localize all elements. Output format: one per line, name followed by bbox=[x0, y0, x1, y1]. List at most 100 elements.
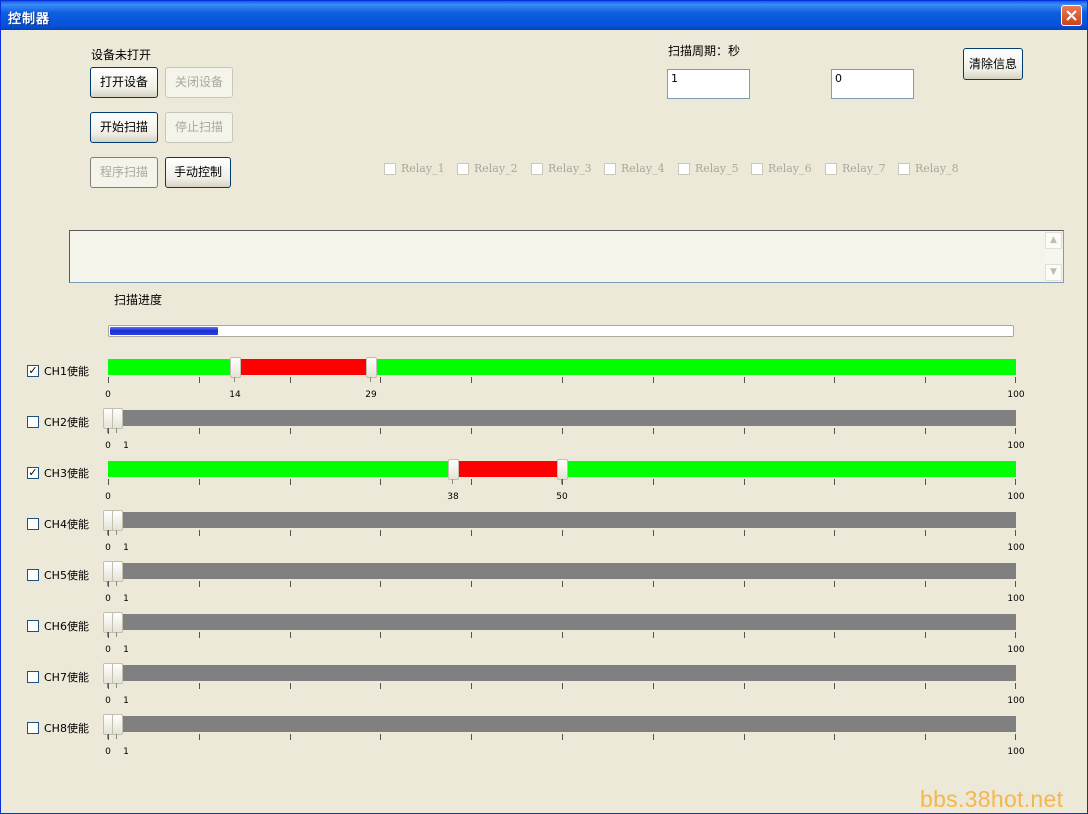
scan-period-input[interactable]: 1 bbox=[667, 69, 750, 99]
range-segment-disabled bbox=[117, 716, 1016, 732]
slider-tick bbox=[653, 479, 654, 485]
channel-range-slider[interactable] bbox=[103, 510, 1016, 535]
relay-label: Relay_8 bbox=[915, 162, 959, 175]
slider-high-label: 1 bbox=[123, 441, 129, 451]
close-device-button[interactable]: 关闭设备 bbox=[165, 67, 233, 98]
channel-range-slider[interactable] bbox=[108, 357, 1016, 382]
message-scrollbar[interactable]: ▲ ▼ bbox=[1045, 232, 1062, 281]
range-segment-disabled bbox=[117, 665, 1016, 681]
slider-tick bbox=[562, 428, 563, 434]
slider-tick bbox=[925, 632, 926, 638]
slider-tick bbox=[199, 734, 200, 740]
slider-thumb-high[interactable] bbox=[366, 357, 377, 382]
slider-thumb-high[interactable] bbox=[112, 714, 123, 739]
relay-checkbox-box[interactable] bbox=[384, 163, 396, 175]
relay-label: Relay_6 bbox=[768, 162, 812, 175]
slider-tick bbox=[653, 377, 654, 383]
channel-enable-checkbox[interactable] bbox=[27, 416, 39, 428]
channel-range-slider[interactable] bbox=[103, 561, 1016, 586]
seconds-input[interactable]: 0 bbox=[831, 69, 914, 99]
slider-tick bbox=[380, 734, 381, 740]
slider-min-label: 0 bbox=[105, 747, 111, 757]
slider-thumb-high[interactable] bbox=[112, 663, 123, 688]
slider-tick bbox=[834, 428, 835, 434]
channel-range-slider[interactable] bbox=[103, 408, 1016, 433]
channel-enable-checkbox[interactable] bbox=[27, 620, 39, 632]
program-scan-button[interactable]: 程序扫描 bbox=[90, 157, 158, 188]
scan-progress-fill bbox=[110, 327, 218, 335]
slider-tick bbox=[380, 530, 381, 536]
slider-thumb-high[interactable] bbox=[112, 561, 123, 586]
stop-scan-button[interactable]: 停止扫描 bbox=[165, 112, 233, 143]
channel-enable-label: CH6使能 bbox=[44, 620, 89, 633]
slider-tick bbox=[562, 683, 563, 689]
slider-thumb-high[interactable] bbox=[557, 459, 568, 484]
relay-checkbox-box[interactable] bbox=[457, 163, 469, 175]
scan-progress-bar bbox=[108, 325, 1014, 337]
device-status: 设备未打开 bbox=[91, 48, 152, 62]
title-bar[interactable]: 控制器 bbox=[1, 1, 1087, 30]
slider-tick bbox=[1015, 683, 1016, 689]
watermark: bbs.38hot.net bbox=[920, 786, 1064, 812]
relay-checkbox-box[interactable] bbox=[825, 163, 837, 175]
range-segment-selected bbox=[235, 359, 371, 375]
manual-control-button[interactable]: 手动控制 bbox=[165, 157, 231, 188]
channel-range-slider[interactable] bbox=[108, 459, 1016, 484]
slider-tick bbox=[925, 377, 926, 383]
slider-min-label: 0 bbox=[105, 645, 111, 655]
slider-thumb-low[interactable] bbox=[448, 459, 459, 484]
slider-thumb-low[interactable] bbox=[230, 357, 241, 382]
slider-tick bbox=[562, 632, 563, 638]
relay-checkbox-box[interactable] bbox=[531, 163, 543, 175]
slider-tick bbox=[1015, 632, 1016, 638]
slider-tick bbox=[653, 734, 654, 740]
relay-checkbox-box[interactable] bbox=[751, 163, 763, 175]
channel-enable-label: CH7使能 bbox=[44, 671, 89, 684]
slider-tick bbox=[744, 530, 745, 536]
close-button[interactable] bbox=[1061, 5, 1082, 26]
slider-tick bbox=[380, 581, 381, 587]
slider-tick bbox=[199, 581, 200, 587]
slider-ticks bbox=[108, 479, 1016, 487]
slider-tick bbox=[925, 581, 926, 587]
slider-thumb-high[interactable] bbox=[112, 612, 123, 637]
channel-enable-checkbox[interactable]: ✓ bbox=[27, 365, 39, 377]
channel-enable-label: CH1使能 bbox=[44, 365, 89, 378]
slider-tick bbox=[290, 632, 291, 638]
channel-enable-checkbox[interactable] bbox=[27, 671, 39, 683]
channel-range-slider[interactable] bbox=[103, 663, 1016, 688]
slider-max-label: 100 bbox=[1007, 543, 1025, 553]
slider-thumb-high[interactable] bbox=[112, 510, 123, 535]
range-segment-disabled bbox=[117, 563, 1016, 579]
start-scan-button[interactable]: 开始扫描 bbox=[90, 112, 158, 143]
slider-tick bbox=[108, 479, 109, 485]
slider-tick bbox=[1015, 530, 1016, 536]
channel-range-slider[interactable] bbox=[103, 714, 1016, 739]
slider-tick bbox=[108, 530, 109, 536]
open-device-button[interactable]: 打开设备 bbox=[90, 67, 158, 98]
slider-tick bbox=[199, 683, 200, 689]
scroll-down-icon[interactable]: ▼ bbox=[1045, 264, 1062, 281]
slider-thumb-high[interactable] bbox=[112, 408, 123, 433]
slider-tick bbox=[925, 683, 926, 689]
slider-tick bbox=[562, 377, 563, 383]
range-segment-disabled bbox=[117, 410, 1016, 426]
slider-ticks bbox=[108, 581, 1016, 589]
relay-checkbox-box[interactable] bbox=[898, 163, 910, 175]
channel-range-slider[interactable] bbox=[103, 612, 1016, 637]
slider-ticks bbox=[108, 683, 1016, 691]
channel-enable-checkbox[interactable]: ✓ bbox=[27, 467, 39, 479]
slider-max-label: 100 bbox=[1007, 492, 1025, 502]
relay-checkbox-box[interactable] bbox=[604, 163, 616, 175]
slider-ticks bbox=[108, 530, 1016, 538]
clear-info-button[interactable]: 清除信息 bbox=[963, 48, 1023, 80]
scroll-up-icon[interactable]: ▲ bbox=[1045, 232, 1062, 249]
relay-checkbox-box[interactable] bbox=[678, 163, 690, 175]
message-box[interactable]: ▲ ▼ bbox=[69, 230, 1064, 283]
channel-enable-checkbox[interactable] bbox=[27, 569, 39, 581]
channel-enable-checkbox[interactable] bbox=[27, 518, 39, 530]
slider-ticks bbox=[108, 377, 1016, 385]
slider-tick bbox=[199, 530, 200, 536]
slider-tick bbox=[562, 479, 563, 485]
channel-enable-checkbox[interactable] bbox=[27, 722, 39, 734]
